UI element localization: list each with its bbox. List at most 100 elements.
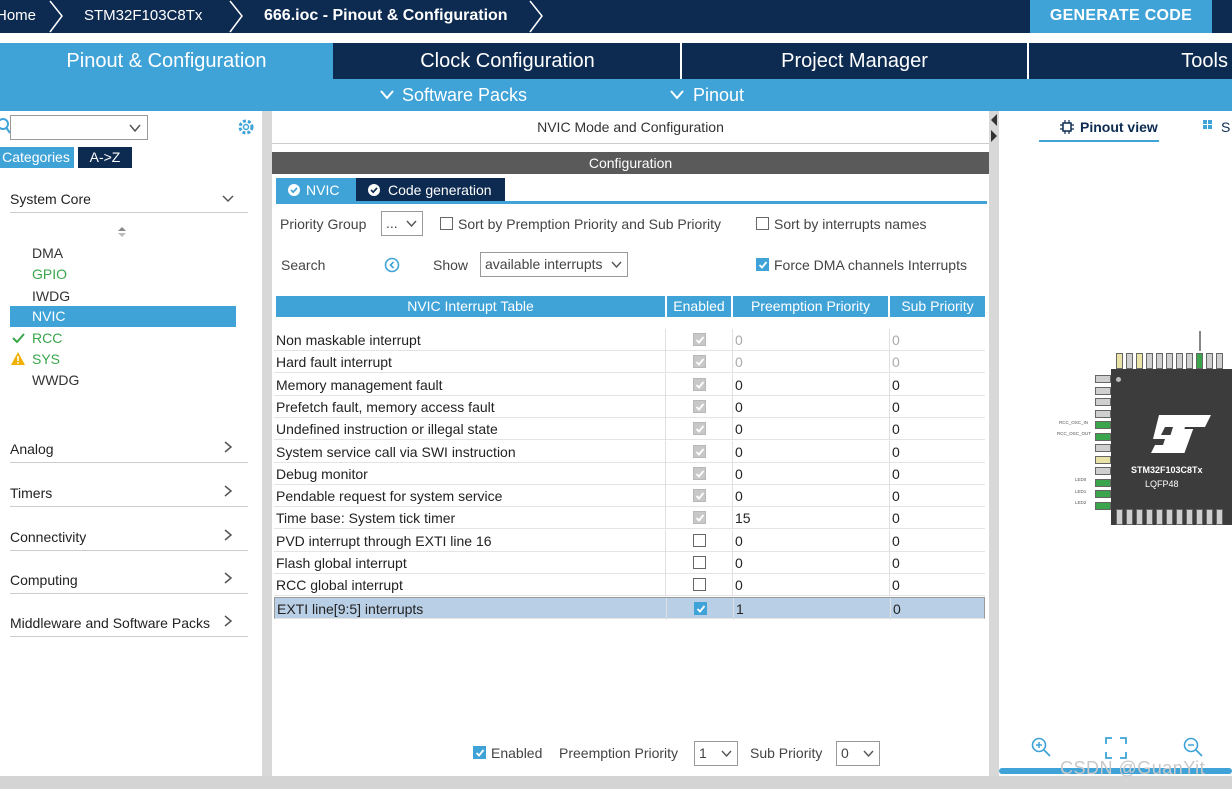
tab-code-generation[interactable]: Code generation (356, 178, 505, 202)
gear-icon[interactable] (236, 117, 256, 137)
sort-icon[interactable] (117, 226, 127, 238)
chevron-right-icon[interactable] (222, 572, 234, 584)
preemption-priority-cell[interactable]: 0 (735, 351, 743, 373)
group-computing[interactable]: Computing (10, 572, 78, 588)
table-row[interactable]: EXTI line[9:5] interrupts 1 0 (274, 596, 985, 620)
chip-pin[interactable] (1136, 353, 1143, 369)
chevron-right-icon[interactable] (222, 441, 234, 453)
fit-screen-icon[interactable] (1105, 737, 1127, 759)
sub-priority-cell[interactable]: 0 (892, 485, 900, 507)
table-row[interactable]: PVD interrupt through EXTI line 16 0 0 (274, 529, 985, 552)
collapse-arrows-icon[interactable] (990, 113, 998, 143)
priority-group-select[interactable]: ... (381, 211, 423, 236)
sidebar-item-nvic[interactable]: NVIC (10, 306, 236, 327)
chip-pin[interactable] (1146, 353, 1153, 369)
sub-priority-cell[interactable]: 0 (892, 552, 900, 574)
table-row[interactable]: Prefetch fault, memory access fault 0 0 (274, 395, 985, 418)
sub-priority-cell[interactable]: 0 (892, 418, 900, 440)
chip-pin[interactable] (1095, 444, 1111, 452)
sort-premption-checkbox[interactable] (440, 217, 453, 230)
preemption-priority-cell[interactable]: 0 (735, 441, 743, 463)
bottom-preemption-select[interactable]: 1 (694, 741, 738, 766)
sub-priority-cell[interactable]: 0 (892, 396, 900, 418)
chip-pin[interactable] (1216, 353, 1223, 369)
mcu-chip[interactable]: STM32F103C8Tx LQFP48 (1111, 369, 1232, 525)
chip-pin[interactable] (1176, 509, 1183, 525)
chip-pin[interactable] (1095, 432, 1111, 441)
chip-pin[interactable] (1146, 509, 1153, 525)
chip-pin[interactable] (1095, 501, 1111, 510)
search-dropdown[interactable] (10, 115, 148, 140)
col-header-sub[interactable]: Sub Priority (890, 296, 985, 317)
software-packs-menu[interactable]: Software Packs (402, 79, 527, 111)
chip-pin[interactable] (1095, 375, 1111, 383)
breadcrumb-chip[interactable]: STM32F103C8Tx (84, 0, 202, 33)
sub-priority-cell[interactable]: 0 (892, 374, 900, 396)
chip-pin[interactable] (1206, 353, 1213, 369)
table-row[interactable]: System service call via SWI instruction 0… (274, 440, 985, 463)
tab-pinout-configuration[interactable]: Pinout & Configuration (0, 43, 333, 79)
group-system-core[interactable]: System Core (10, 191, 91, 207)
sub-priority-cell[interactable]: 0 (892, 329, 900, 351)
table-row[interactable]: Undefined instruction or illegal state 0 0 (274, 418, 985, 441)
table-row[interactable]: Debug monitor 0 0 (274, 462, 985, 485)
chip-pin[interactable] (1176, 353, 1183, 369)
search-prev-icon[interactable] (384, 257, 400, 273)
col-header-name[interactable]: NVIC Interrupt Table (276, 296, 665, 317)
system-view-tab[interactable]: S (1221, 119, 1230, 135)
group-analog[interactable]: Analog (10, 441, 54, 457)
enabled-checkbox[interactable] (693, 556, 706, 569)
breadcrumb-file[interactable]: 666.ioc - Pinout & Configuration (264, 0, 508, 33)
show-select[interactable]: available interrupts (480, 252, 628, 277)
preemption-priority-cell[interactable]: 0 (735, 552, 743, 574)
sidebar-item-iwdg[interactable]: IWDG (32, 288, 70, 304)
preemption-priority-cell[interactable]: 0 (735, 418, 743, 440)
chevron-down-icon[interactable] (222, 193, 234, 205)
group-timers[interactable]: Timers (10, 485, 52, 501)
group-connectivity[interactable]: Connectivity (10, 529, 86, 545)
zoom-out-icon[interactable] (1183, 737, 1203, 757)
chip-pin[interactable] (1166, 509, 1173, 525)
group-middleware[interactable]: Middleware and Software Packs (10, 615, 210, 631)
col-header-preemption[interactable]: Preemption Priority (733, 296, 888, 317)
bottom-sub-select[interactable]: 0 (836, 741, 880, 766)
chip-pin[interactable] (1095, 398, 1111, 406)
tab-tools[interactable]: Tools (1029, 43, 1232, 79)
zoom-in-icon[interactable] (1031, 737, 1051, 757)
sidebar-item-rcc[interactable]: RCC (32, 330, 62, 346)
sort-names-checkbox[interactable] (756, 217, 769, 230)
sub-priority-cell[interactable]: 0 (893, 598, 901, 620)
tab-project-manager[interactable]: Project Manager (682, 43, 1027, 79)
tab-categories[interactable]: Categories (0, 147, 74, 168)
chip-pin[interactable] (1095, 478, 1111, 487)
enabled-checkbox[interactable] (693, 578, 706, 592)
table-row[interactable]: Time base: System tick timer 15 0 (274, 507, 985, 530)
preemption-priority-cell[interactable]: 0 (735, 374, 743, 396)
chip-pin[interactable] (1116, 509, 1123, 525)
chip-pin[interactable] (1095, 490, 1111, 498)
preemption-priority-cell[interactable]: 0 (735, 574, 743, 596)
chip-pin[interactable] (1126, 509, 1133, 525)
table-row[interactable]: Flash global interrupt 0 0 (274, 552, 985, 574)
sub-priority-cell[interactable]: 0 (892, 507, 900, 529)
preemption-priority-cell[interactable]: 1 (736, 598, 744, 620)
table-row[interactable]: RCC global interrupt 0 0 (274, 574, 985, 597)
col-header-enabled[interactable]: Enabled (667, 296, 731, 317)
preemption-priority-cell[interactable]: 0 (735, 485, 743, 507)
chip-pin[interactable] (1136, 509, 1143, 525)
table-row[interactable]: Pendable request for system service 0 0 (274, 485, 985, 508)
generate-code-button[interactable]: GENERATE CODE (1030, 0, 1212, 33)
chip-pin[interactable] (1206, 509, 1213, 525)
table-row[interactable]: Non maskable interrupt 0 0 (274, 329, 985, 351)
sidebar-item-gpio[interactable]: GPIO (32, 266, 67, 282)
chevron-right-icon[interactable] (222, 529, 234, 541)
force-dma-checkbox[interactable] (756, 258, 769, 271)
sidebar-item-dma[interactable]: DMA (32, 245, 63, 261)
sidebar-item-sys[interactable]: SYS (32, 351, 60, 367)
table-row[interactable]: Memory management fault 0 0 (274, 373, 985, 396)
panel-splitter[interactable] (989, 111, 999, 776)
table-row[interactable]: Hard fault interrupt 0 0 (274, 351, 985, 374)
pinout-menu[interactable]: Pinout (693, 79, 744, 111)
chevron-right-icon[interactable] (222, 615, 234, 627)
enabled-checkbox[interactable] (693, 533, 706, 547)
